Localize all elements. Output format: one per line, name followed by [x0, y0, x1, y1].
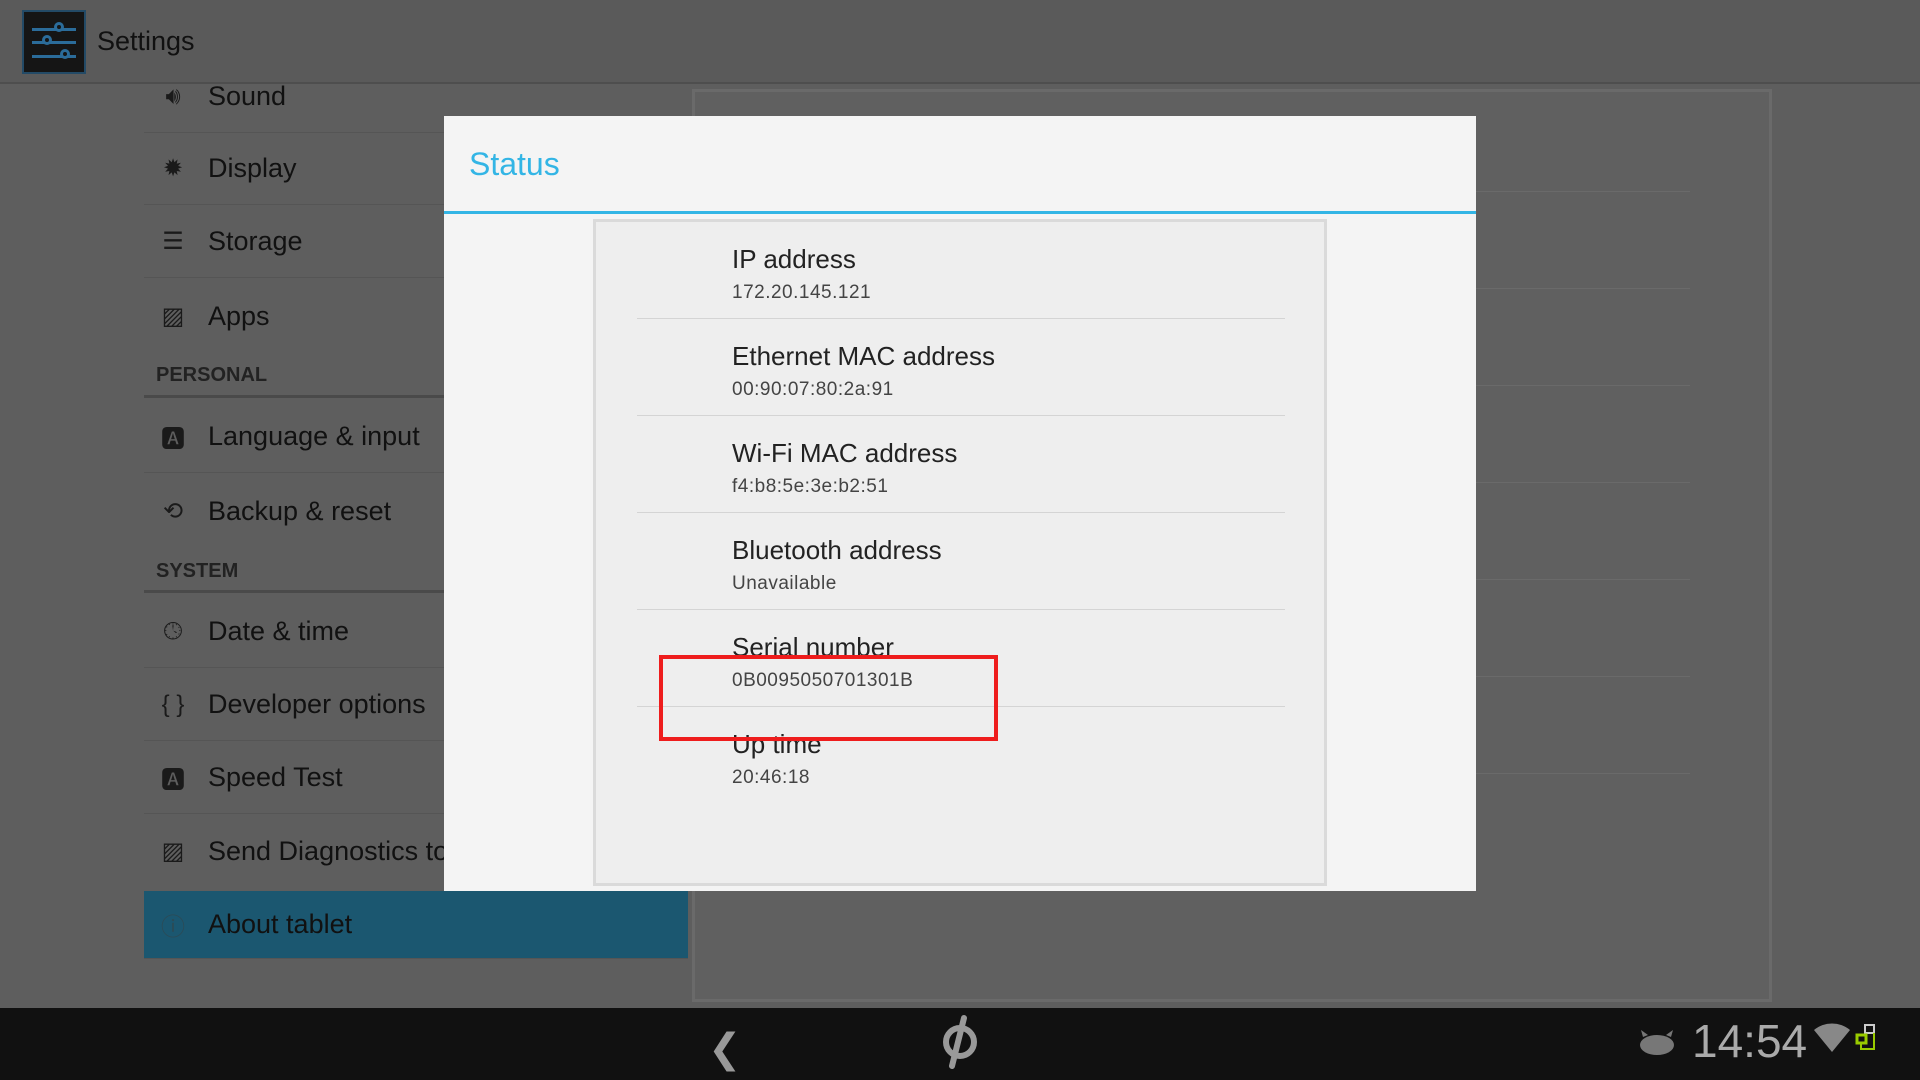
android-notification-icon[interactable] [1638, 1028, 1676, 1056]
sidebar-item-label: Storage [208, 226, 303, 256]
app-title: Settings [97, 26, 195, 56]
peloton-home-icon[interactable] [938, 1014, 982, 1070]
keyboard-a-icon: 🅰︎ [161, 426, 185, 453]
sidebar-item-label: Developer options [208, 689, 426, 719]
sidebar-item-about-tablet[interactable]: ⓘ About tablet [144, 891, 688, 959]
storage-icon: ☰ [162, 228, 184, 255]
status-item-wifi-mac: Wi-Fi MAC address f4:b8:5e:3e:b2:51 [637, 416, 1285, 513]
item-value: f4:b8:5e:3e:b2:51 [732, 476, 889, 497]
item-value: 172.20.145.121 [732, 282, 872, 303]
diagnostics-icon: ▨ [161, 837, 185, 865]
item-title: Ethernet MAC address [732, 341, 996, 371]
sidebar-item-label: Backup & reset [208, 495, 392, 526]
item-value: Unavailable [732, 573, 837, 594]
sidebar-item-label: Send Diagnostics to [208, 835, 449, 866]
section-header-personal: PERSONAL [156, 364, 268, 386]
status-item-ip-address: IP address 172.20.145.121 [637, 222, 1285, 319]
sidebar-item-label: Display [208, 153, 297, 183]
section-header-system: SYSTEM [156, 560, 239, 582]
status-item-ethernet-mac: Ethernet MAC address 00:90:07:80:2a:91 [637, 319, 1285, 416]
sidebar-item-label: About tablet [208, 909, 353, 939]
title-divider [444, 211, 1476, 214]
info-icon: ⓘ [161, 914, 185, 941]
settings-sliders-icon[interactable] [22, 10, 86, 74]
braces-icon: { } [161, 690, 185, 718]
clock-icon: 🕓︎ [163, 617, 183, 645]
item-value: 20:46:18 [732, 767, 810, 788]
status-list[interactable]: IP address 172.20.145.121 Ethernet MAC ad… [593, 219, 1327, 886]
back-icon[interactable]: ❮ [708, 1026, 742, 1072]
status-dialog: Status IP address 172.20.145.121 Ethernet… [444, 116, 1476, 891]
item-title: Bluetooth address [732, 535, 942, 565]
apps-icon: ▨ [161, 302, 185, 330]
status-item-bluetooth: Bluetooth address Unavailable [637, 513, 1285, 610]
serial-number-highlight-box [659, 655, 998, 741]
sidebar-item-label: Apps [208, 300, 270, 331]
item-title: Wi-Fi MAC address [732, 438, 958, 468]
clock[interactable]: 14:54 [1692, 1014, 1807, 1068]
backup-icon: ⟲ [162, 497, 184, 525]
wifi-icon[interactable] [1812, 1020, 1852, 1054]
sidebar-item-label: Language & input [208, 421, 420, 451]
speaker-icon: 🔊︎ [165, 82, 181, 110]
speedtest-a-icon: 🅰︎ [161, 767, 185, 794]
ethernet-icon[interactable] [1855, 1024, 1877, 1052]
sidebar-item-label: Date & time [208, 616, 350, 646]
dialog-title: Status [469, 146, 560, 182]
item-title: IP address [732, 244, 856, 274]
sidebar-item-label: Sound [208, 81, 287, 111]
brightness-icon: ✹ [162, 155, 184, 182]
sidebar-item-label: Speed Test [208, 762, 343, 792]
item-value: 00:90:07:80:2a:91 [732, 379, 894, 400]
